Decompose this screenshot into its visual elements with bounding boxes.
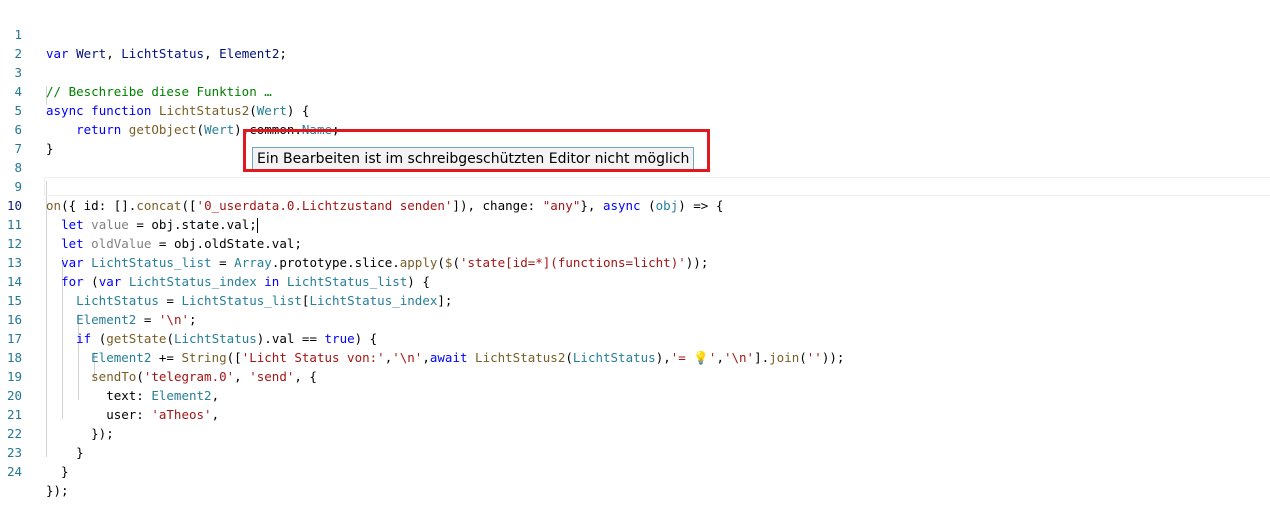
code-line-2: 2 [0,25,1270,61]
code-line-20: 20 user: 'aTheos', [0,367,1270,422]
code-line-4: 4 async function LichtStatus2(Wert) { [0,63,1270,118]
code-line-5: 5 return getObject(Wert).common.Name; [0,82,1270,137]
code-line-13: 13 for (var LichtStatus_index in LichtSt… [0,234,1270,289]
line-number: 24 [6,464,22,479]
readonly-tooltip: Ein Bearbeiten ist im schreibgeschützten… [252,147,695,171]
code-line-12: 12 var LichtStatus_list = Array.prototyp… [0,215,1270,270]
code-editor[interactable]: 1 var Wert, LichtStatus, Element2; 2 3 /… [0,0,1270,498]
code-line-3: 3 // Beschreibe diese Funktion … [0,44,1270,99]
code-line-16: 16 if (getState(LichtStatus).val == true… [0,291,1270,346]
code-line-15: 15 Element2 = '\n'; [0,272,1270,327]
line-code[interactable]: }); [46,481,69,500]
code-line-6: 6 } [0,101,1270,156]
code-line-1: 1 var Wert, LichtStatus, Element2; [0,6,1270,61]
code-line-23: 23 } [0,424,1270,479]
code-line-17: 17 Element2 += String(['Licht Status von… [0,310,1270,365]
code-line-14: 14 LichtStatus = LichtStatus_list[LichtS… [0,253,1270,308]
code-line-24: 24 }); [0,443,1270,498]
code-line-19: 19 text: Element2, [0,348,1270,403]
code-line-21: 21 }); [0,386,1270,441]
code-line-10: 10 let value = obj.state.val; [0,177,1270,233]
line-code[interactable]: } [46,462,69,481]
code-line-22: 22 } [0,405,1270,460]
code-line-7: 7 [0,120,1270,156]
code-line-18: 18 sendTo('telegram.0', 'send', { [0,329,1270,384]
code-line-11: 11 let oldValue = obj.oldState.val; [0,196,1270,251]
